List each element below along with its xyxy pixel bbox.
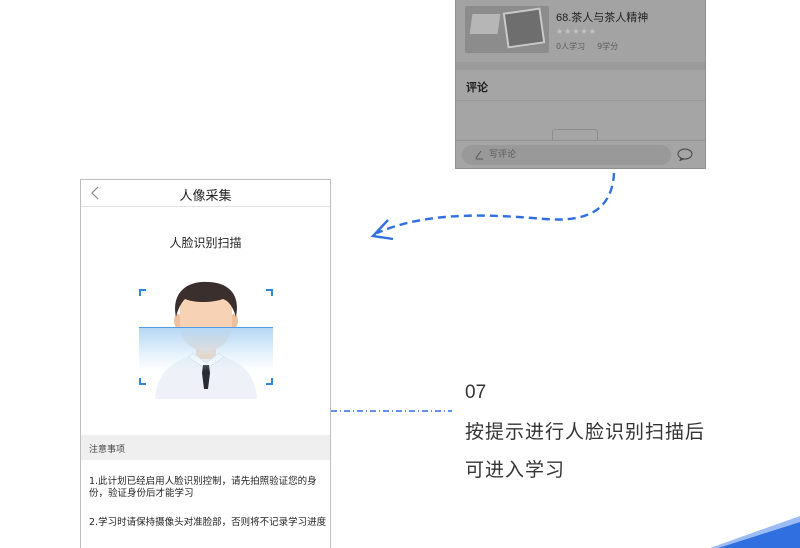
page-title: 人像采集 [179,189,232,204]
arrow-head-icon [370,219,394,241]
comment-input[interactable]: 写评论 [462,145,671,165]
comment-bar: 写评论 [456,140,705,168]
course-meta: 0人学习 9学分 [556,41,618,52]
frame-corner [139,378,146,385]
comment-bubble-icon[interactable] [677,148,693,161]
notice-item: 2.学习时请保持摄像头对准脸部，否则将不记录学习进度 [89,517,327,528]
face-capture-screen: 人像采集 人脸识别扫描 注意事项 1.此计划已经启用人脸识别控制，请先拍照验证您… [80,179,331,548]
course-list-item[interactable]: 68.茶人与茶人精神 ★★★★★ 0人学习 9学分 [456,0,705,62]
course-rating-stars: ★★★★★ [556,27,597,36]
scan-heading: 人脸识别扫描 [169,236,242,250]
notice-label: 注意事项 [89,445,126,455]
decorative-corner-accent [710,516,800,548]
step-description: 可进入学习 [465,459,566,481]
step-number: 07 [465,382,487,403]
divider [456,100,705,101]
pencil-icon [475,150,483,160]
curved-flow-arrow [376,172,616,235]
notice-header: 注意事项 [81,435,330,460]
course-credits: 9学分 [597,42,619,51]
course-thumbnail [465,6,549,53]
course-learners-count: 0人学习 [556,42,586,51]
course-title: 68.茶人与茶人精神 [556,12,649,24]
course-detail-screen-dimmed: 68.茶人与茶人精神 ★★★★★ 0人学习 9学分 评论 写评论 [455,0,706,169]
notice-item: 1.此计划已经启用人脸识别控制，请先拍照验证您的身份，验证身份后才能学习 [89,476,317,499]
comment-input-placeholder: 写评论 [489,150,517,160]
nav-bar: 人像采集 [81,180,330,207]
scan-frame [139,289,273,385]
section-divider [456,62,705,70]
frame-corner [266,289,273,296]
comments-section-title: 评论 [466,81,488,94]
frame-corner [266,378,273,385]
step-description: 按提示进行人脸识别扫描后 [465,421,706,443]
frame-corner [139,289,146,296]
